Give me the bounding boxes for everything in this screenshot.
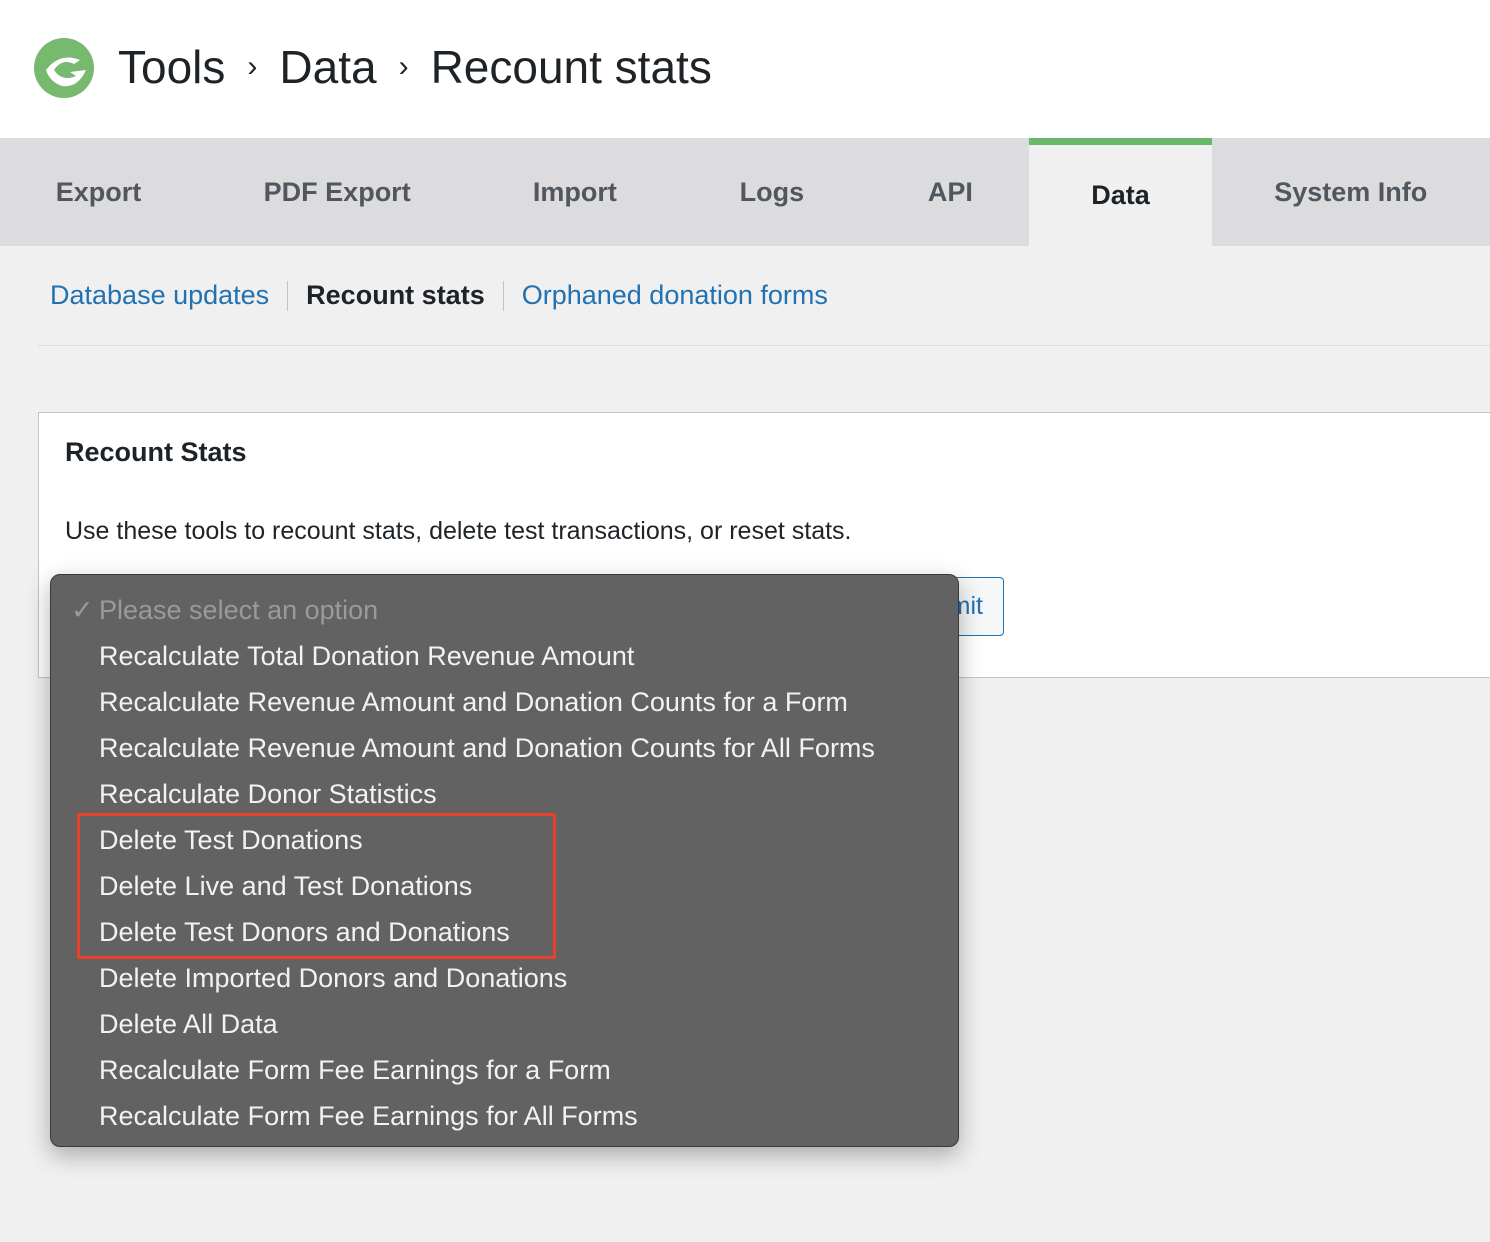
option-recalc-all-forms[interactable]: Recalculate Revenue Amount and Donation …: [51, 725, 958, 771]
tab-data[interactable]: Data: [1029, 138, 1212, 246]
option-recalc-donor-stats[interactable]: Recalculate Donor Statistics: [51, 771, 958, 817]
option-fee-earnings-form[interactable]: Recalculate Form Fee Earnings for a Form: [51, 1047, 958, 1093]
chevron-right-icon: ›: [247, 50, 258, 83]
divider: [287, 280, 289, 311]
tab-api[interactable]: API: [871, 138, 1029, 246]
tab-system-info[interactable]: System Info: [1212, 138, 1490, 246]
tab-logs[interactable]: Logs: [672, 138, 871, 246]
tab-pdf-export[interactable]: PDF Export: [197, 138, 478, 246]
divider: [502, 280, 504, 311]
option-fee-earnings-all[interactable]: Recalculate Form Fee Earnings for All Fo…: [51, 1093, 958, 1139]
sub-navigation: Database updates Recount stats Orphaned …: [50, 280, 828, 311]
option-recalc-total-revenue[interactable]: Recalculate Total Donation Revenue Amoun…: [51, 633, 958, 679]
breadcrumb-data[interactable]: Data: [279, 40, 376, 94]
option-label: Please select an option: [99, 594, 379, 625]
option-placeholder[interactable]: ✓ Please select an option: [51, 587, 958, 633]
link-recount-stats[interactable]: Recount stats: [306, 280, 485, 311]
checkmark-icon: ✓: [71, 594, 94, 625]
breadcrumb-current: Recount stats: [430, 41, 712, 93]
breadcrumb: Tools › Data › Recount stats: [118, 40, 712, 94]
link-database-updates[interactable]: Database updates: [50, 280, 269, 311]
panel-title: Recount Stats: [65, 437, 247, 467]
option-delete-imported[interactable]: Delete Imported Donors and Donations: [51, 955, 958, 1001]
panel-description: Use these tools to recount stats, delete…: [65, 517, 852, 545]
givewp-logo-icon: [34, 38, 94, 98]
option-recalc-form[interactable]: Recalculate Revenue Amount and Donation …: [51, 679, 958, 725]
chevron-right-icon: ›: [398, 50, 409, 83]
link-orphaned-donation-forms[interactable]: Orphaned donation forms: [522, 280, 828, 311]
tab-bar: Export PDF Export Import Logs API Data S…: [0, 138, 1490, 246]
breadcrumb-tools[interactable]: Tools: [118, 40, 225, 94]
option-delete-all[interactable]: Delete All Data: [51, 1001, 958, 1047]
tab-import[interactable]: Import: [477, 138, 672, 246]
page-header: Tools › Data › Recount stats: [0, 0, 1490, 138]
tab-export[interactable]: Export: [0, 138, 197, 246]
divider: [38, 345, 1490, 346]
highlight-annotation-box: [77, 813, 556, 959]
